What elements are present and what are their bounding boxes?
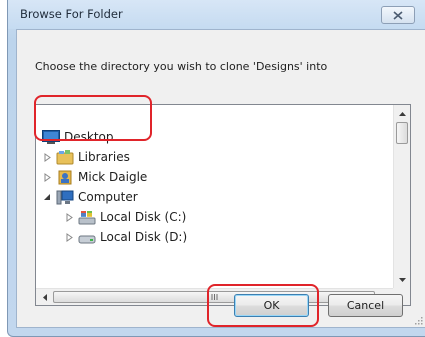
close-icon bbox=[393, 10, 403, 20]
tree-item-label: Computer bbox=[78, 190, 138, 204]
dialog-body: Choose the directory you wish to clone '… bbox=[16, 29, 425, 328]
tree-item-label: Mick Daigle bbox=[78, 170, 148, 184]
computer-icon bbox=[56, 189, 74, 205]
user-folder-icon bbox=[56, 169, 74, 185]
tree-item-desktop[interactable]: Desktop bbox=[42, 127, 120, 147]
tree-item-label: Libraries bbox=[78, 150, 130, 164]
title-bar[interactable]: Browse For Folder bbox=[8, 0, 425, 29]
instruction-text: Choose the directory you wish to clone '… bbox=[35, 60, 328, 73]
folder-tree[interactable]: Desktop Libraries Mick Daigle Computer L… bbox=[35, 104, 411, 306]
horizontal-scroll-thumb[interactable] bbox=[53, 291, 375, 303]
dialog-title: Browse For Folder bbox=[20, 7, 123, 21]
expand-arrow-icon[interactable] bbox=[64, 232, 74, 242]
resize-grip-icon[interactable] bbox=[413, 315, 423, 325]
arrow-up-icon bbox=[399, 111, 406, 116]
expand-arrow-icon[interactable] bbox=[42, 172, 52, 182]
browse-for-folder-dialog: Browse For Folder Choose the directory y… bbox=[7, 0, 425, 337]
expand-arrow-icon[interactable] bbox=[64, 212, 74, 222]
tree-item-label: Local Disk (D:) bbox=[100, 230, 188, 244]
tree-item-computer[interactable]: Computer bbox=[42, 187, 138, 207]
close-button[interactable] bbox=[381, 6, 415, 24]
expand-arrow-icon[interactable] bbox=[42, 152, 52, 162]
system-drive-icon bbox=[78, 209, 96, 225]
arrow-down-icon bbox=[399, 277, 406, 282]
scroll-down-button[interactable] bbox=[394, 271, 411, 288]
libraries-icon bbox=[56, 149, 74, 165]
scroll-left-button[interactable] bbox=[36, 289, 53, 306]
desktop-icon bbox=[42, 129, 60, 145]
vertical-scrollbar[interactable] bbox=[393, 105, 410, 288]
arrow-left-icon bbox=[42, 294, 47, 301]
tree-item-label: Desktop bbox=[64, 130, 114, 144]
tree-item-libraries[interactable]: Libraries bbox=[42, 147, 130, 167]
tree-item-label: Local Disk (C:) bbox=[100, 210, 187, 224]
collapse-arrow-icon[interactable] bbox=[42, 193, 52, 201]
cancel-button[interactable]: Cancel bbox=[328, 294, 403, 317]
tree-item-local-disk-d[interactable]: Local Disk (D:) bbox=[64, 227, 187, 247]
scroll-up-button[interactable] bbox=[394, 105, 411, 122]
tree-item-mick-daigle[interactable]: Mick Daigle bbox=[42, 167, 147, 187]
vertical-scroll-thumb[interactable] bbox=[396, 122, 408, 144]
ok-button[interactable]: OK bbox=[234, 294, 309, 317]
drive-icon bbox=[78, 229, 96, 245]
tree-item-local-disk-c[interactable]: Local Disk (C:) bbox=[64, 207, 186, 227]
grip-lines-icon bbox=[211, 294, 217, 300]
